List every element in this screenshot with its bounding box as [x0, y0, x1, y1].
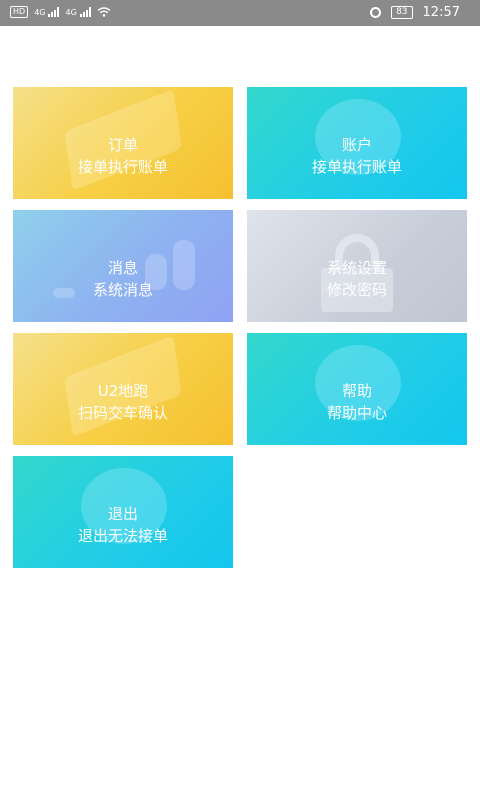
- sim1-network-label: 4G: [34, 8, 46, 17]
- tile-title: 消息: [107, 259, 138, 277]
- tile-title: 订单: [107, 136, 138, 154]
- tile-logout[interactable]: 退出 退出无法接单: [13, 456, 233, 568]
- sim2-signal-icon: 4G: [65, 7, 91, 17]
- tile-subtitle: 退出无法接单: [77, 527, 168, 545]
- tile-orders[interactable]: 订单 接单执行账单: [13, 87, 233, 199]
- tile-settings[interactable]: 系统设置 修改密码: [247, 210, 467, 322]
- wifi-icon: [97, 7, 111, 17]
- tile-account[interactable]: 账户 接单执行账单: [247, 87, 467, 199]
- tile-title: U2地跑: [97, 382, 149, 400]
- tile-u2-ground-run[interactable]: U2地跑 扫码交车确认: [13, 333, 233, 445]
- tile-title: 系统设置: [326, 259, 387, 277]
- sim2-network-label: 4G: [65, 8, 77, 17]
- tile-subtitle: 帮助中心: [326, 404, 387, 422]
- sim1-signal-icon: 4G: [34, 7, 60, 17]
- tile-title: 帮助: [341, 382, 372, 400]
- clock: 12:57: [422, 5, 460, 20]
- battery-indicator: 83: [391, 6, 413, 19]
- tile-subtitle: 接单执行账单: [311, 158, 402, 176]
- tile-help[interactable]: 帮助 帮助中心: [247, 333, 467, 445]
- tile-title: 退出: [107, 505, 138, 523]
- location-icon: [370, 7, 382, 18]
- tile-subtitle: 修改密码: [326, 281, 387, 299]
- hd-badge: HD: [10, 6, 29, 18]
- tile-messages[interactable]: 消息 系统消息: [13, 210, 233, 322]
- tile-subtitle: 接单执行账单: [77, 158, 168, 176]
- tile-subtitle: 扫码交车确认: [77, 404, 168, 422]
- tile-title: 账户: [341, 136, 372, 154]
- tile-subtitle: 系统消息: [92, 281, 153, 299]
- status-bar: HD 4G 4G 83 12:57: [0, 0, 480, 26]
